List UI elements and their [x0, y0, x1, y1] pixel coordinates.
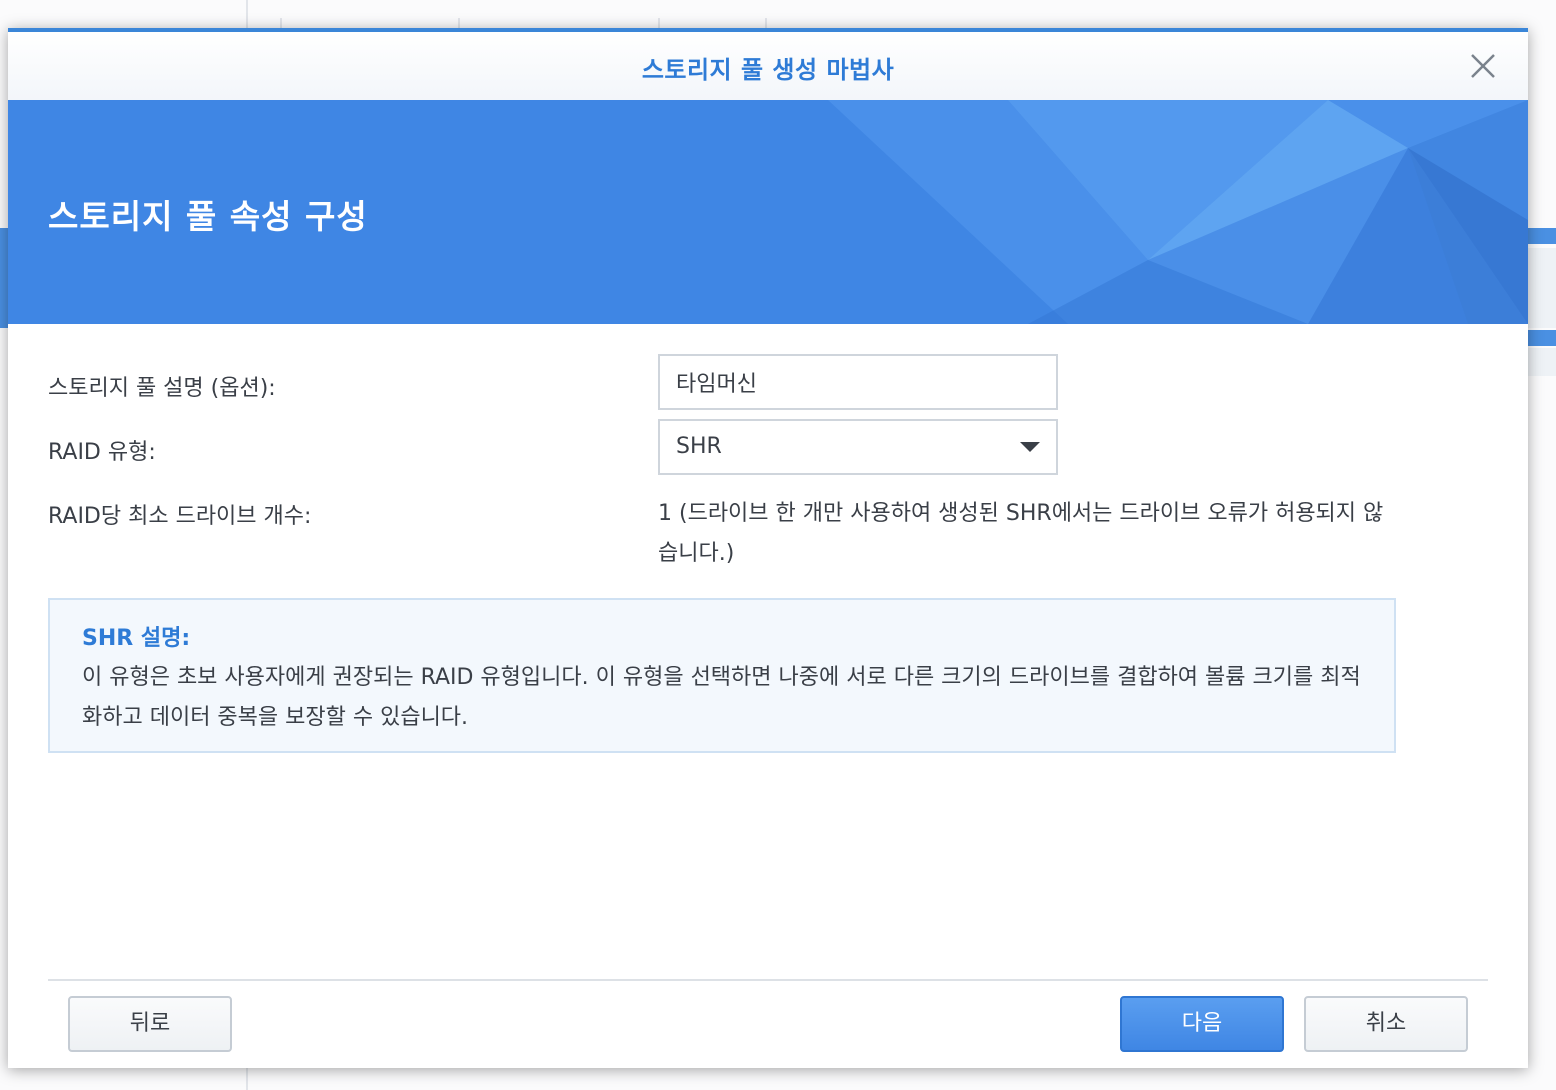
raid-type-value: SHR: [676, 434, 722, 459]
back-button[interactable]: 뒤로: [68, 996, 232, 1052]
info-title: SHR 설명:: [82, 626, 191, 651]
storage-pool-wizard-dialog: 스토리지 풀 생성 마법사 스토리지 풀 속성 구성 스토리지 풀 설명 (옵션…: [8, 28, 1528, 1068]
background-selection: [1528, 228, 1556, 244]
cancel-button[interactable]: 취소: [1304, 996, 1468, 1052]
dialog-titlebar: 스토리지 풀 생성 마법사: [8, 32, 1528, 100]
description-label: 스토리지 풀 설명 (옵션):: [48, 376, 276, 401]
raid-type-select[interactable]: SHR: [658, 419, 1058, 475]
banner-decoration: [828, 100, 1528, 324]
shr-info-box: SHR 설명: 이 유형은 초보 사용자에게 권장되는 RAID 유형입니다. …: [48, 598, 1396, 753]
next-button[interactable]: 다음: [1120, 996, 1284, 1052]
wizard-banner: 스토리지 풀 속성 구성: [8, 100, 1528, 324]
background-row: [1528, 348, 1556, 376]
footer-divider: [48, 979, 1488, 981]
chevron-down-icon: [1020, 442, 1040, 452]
background-selection: [1528, 330, 1556, 346]
background-row: [1528, 248, 1556, 328]
min-drives-value: 1 (드라이브 한 개만 사용하여 생성된 SHR에서는 드라이브 오류가 허용…: [658, 501, 1384, 566]
dialog-title: 스토리지 풀 생성 마법사: [641, 56, 895, 84]
description-input[interactable]: [658, 354, 1058, 410]
info-body: 이 유형은 초보 사용자에게 권장되는 RAID 유형입니다. 이 유형을 선택…: [82, 665, 1361, 730]
min-drives-label: RAID당 최소 드라이브 개수:: [48, 504, 312, 529]
close-icon[interactable]: [1468, 51, 1498, 81]
banner-title: 스토리지 풀 속성 구성: [48, 197, 368, 236]
raid-type-label: RAID 유형:: [48, 440, 156, 465]
